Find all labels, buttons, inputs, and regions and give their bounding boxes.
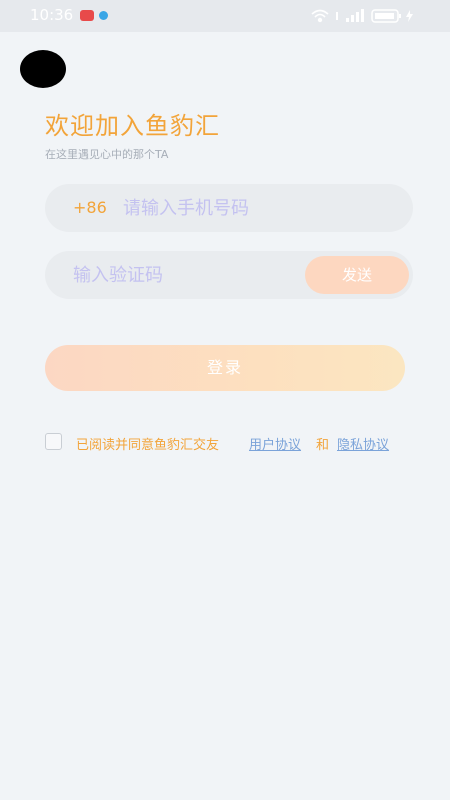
login-button[interactable]: 登录 (45, 345, 405, 391)
wifi-icon (311, 9, 329, 23)
status-icons (310, 8, 420, 24)
page-subtitle: 在这里遇见心中的那个TA (45, 148, 169, 161)
status-time: 10:36 (30, 6, 74, 24)
user-agreement-link[interactable]: 用户协议 (249, 434, 301, 453)
verification-code-input[interactable] (73, 261, 293, 289)
battery-icon (371, 9, 401, 23)
agreement-checkbox[interactable] (45, 433, 62, 450)
privacy-policy-link[interactable]: 隐私协议 (337, 434, 389, 453)
notification-icon (80, 10, 94, 21)
phone-field: +86 (45, 184, 413, 232)
phone-input[interactable] (123, 194, 393, 222)
login-screen: 10:36 欢迎加入鱼豹汇 在这里遇见心中的那个TA +86 请输入手机号码 输… (0, 0, 450, 800)
agreement-and-text: 和 (316, 438, 330, 453)
status-bar: 10:36 (0, 0, 450, 32)
page-title: 欢迎加入鱼豹汇 (45, 112, 220, 140)
system-tray-icons (311, 9, 413, 23)
code-field: 发送 (45, 251, 413, 299)
country-code[interactable]: +86 (73, 198, 107, 217)
back-icon[interactable] (20, 50, 66, 88)
app-notification-icon (99, 11, 108, 20)
agreement-text: 已阅读并同意鱼豹汇交友 (76, 438, 220, 453)
send-code-button[interactable]: 发送 (305, 256, 409, 294)
signal-icon (346, 9, 364, 22)
